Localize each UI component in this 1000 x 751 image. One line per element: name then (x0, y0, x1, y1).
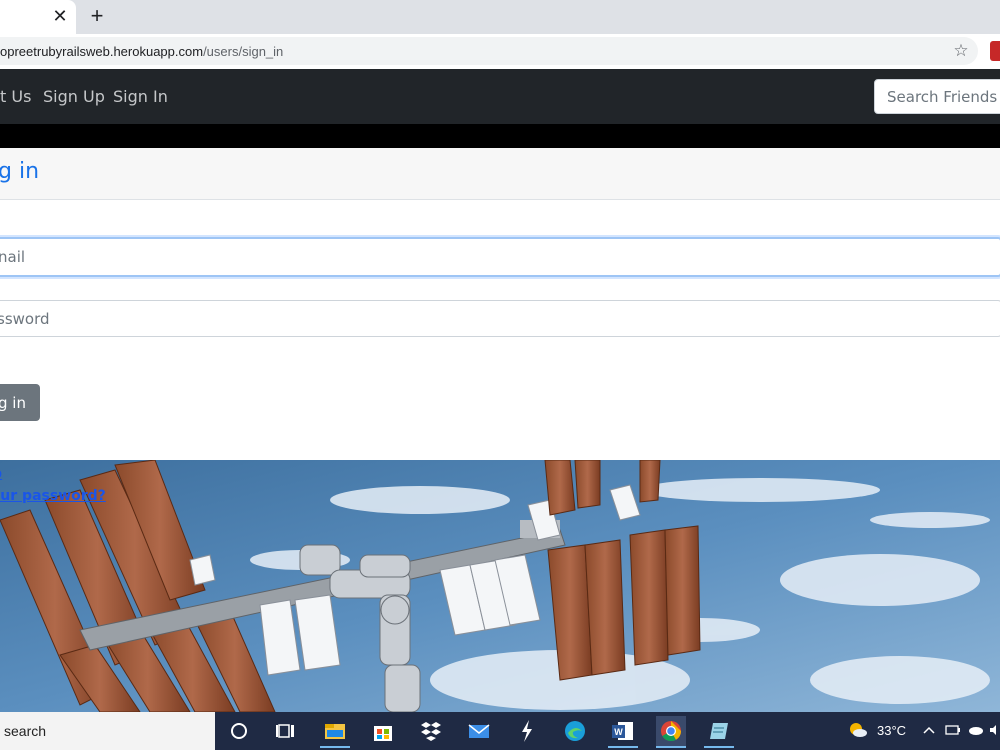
header-band (0, 124, 1000, 148)
active-indicator (704, 746, 734, 748)
url-host: opreetrubyrailsweb.herokuapp.com (0, 44, 204, 59)
word-icon[interactable]: W (608, 716, 638, 748)
address-bar-url[interactable]: opreetrubyrailsweb.herokuapp.com/users/s… (0, 44, 283, 60)
sign-in-button[interactable]: g in (0, 384, 40, 421)
edge-icon[interactable] (560, 716, 590, 746)
dropbox-icon[interactable] (416, 716, 446, 746)
nav-link-sign-in[interactable]: Sign In (113, 87, 168, 107)
signin-card-header (0, 148, 1000, 200)
onedrive-icon (969, 727, 983, 735)
page-title: g in (0, 159, 40, 184)
space-station-illustration (0, 460, 1000, 712)
pdf-extension-icon[interactable] (990, 41, 1000, 61)
notepad-icon[interactable] (704, 716, 734, 748)
active-indicator (320, 746, 350, 748)
speaker-icon (990, 725, 996, 735)
partly-sunny-icon[interactable] (848, 721, 868, 739)
space-station-background-image (0, 460, 1000, 712)
system-tray (920, 721, 1000, 739)
svg-text:W: W (614, 727, 623, 737)
tab-close-icon[interactable]: ✕ (50, 5, 70, 27)
mail-icon[interactable] (464, 716, 494, 746)
password-field[interactable] (0, 300, 1000, 337)
nav-link-sign-up[interactable]: Sign Up (43, 87, 105, 107)
active-indicator (608, 746, 638, 748)
taskbar-search-label: search (4, 723, 47, 739)
file-explorer-icon[interactable] (320, 716, 350, 748)
active-indicator (656, 746, 686, 748)
search-friends-input[interactable] (874, 79, 1000, 114)
browser-tab-strip (0, 0, 1000, 34)
app-bolt-icon[interactable] (512, 716, 542, 746)
sign-up-link[interactable]: p (0, 466, 2, 483)
chrome-icon[interactable] (656, 716, 686, 748)
cortana-icon[interactable] (224, 716, 254, 746)
temperature-readout[interactable]: 33°C (877, 723, 906, 739)
new-tab-icon[interactable]: + (86, 4, 108, 28)
bookmark-star-icon[interactable]: ☆ (951, 41, 971, 61)
microsoft-store-icon[interactable] (368, 716, 398, 746)
forgot-password-link[interactable]: t your password? (0, 488, 106, 505)
url-path: /users/sign_in (203, 44, 284, 59)
battery-icon (945, 725, 959, 735)
chevron-up-icon (923, 726, 935, 734)
email-field[interactable] (0, 237, 1000, 277)
task-view-icon[interactable] (271, 716, 301, 746)
nav-link-about-us[interactable]: t Us (0, 87, 31, 107)
